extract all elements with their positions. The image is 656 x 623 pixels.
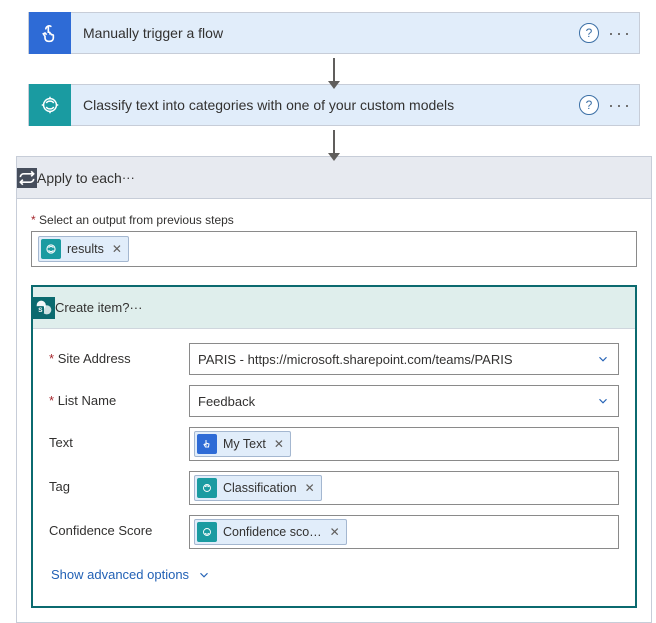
apply-to-each-card: Apply to each ··· * Select an output fro… bbox=[16, 156, 652, 623]
label-tag: Tag bbox=[49, 471, 189, 494]
more-icon[interactable]: ··· bbox=[129, 300, 142, 315]
row-text: Text My Text ✕ bbox=[49, 427, 619, 461]
chevron-down-icon bbox=[596, 352, 610, 366]
help-icon[interactable]: ? bbox=[579, 23, 599, 43]
sharepoint-icon: S bbox=[33, 297, 55, 319]
show-advanced-link[interactable]: Show advanced options bbox=[49, 559, 213, 596]
touch-icon bbox=[29, 12, 71, 54]
token-label: Confidence sco… bbox=[223, 525, 322, 539]
ai-builder-icon bbox=[41, 239, 61, 259]
trigger-card[interactable]: Manually trigger a flow ? ··· bbox=[28, 12, 640, 54]
apply-to-each-title: Apply to each bbox=[37, 170, 122, 186]
remove-token-icon[interactable]: ✕ bbox=[112, 242, 122, 256]
row-confidence: Confidence Score Confidence sco… ✕ bbox=[49, 515, 619, 549]
label-text: Text bbox=[49, 427, 189, 450]
remove-token-icon[interactable]: ✕ bbox=[330, 525, 340, 539]
list-name-select[interactable]: Feedback bbox=[189, 385, 619, 417]
label-list-name: * List Name bbox=[49, 385, 189, 408]
ai-builder-icon bbox=[29, 84, 71, 126]
more-icon[interactable]: ··· bbox=[607, 23, 639, 44]
results-token[interactable]: results ✕ bbox=[38, 236, 129, 262]
confidence-token[interactable]: Confidence sco… ✕ bbox=[194, 519, 347, 545]
chevron-down-icon bbox=[197, 568, 211, 582]
row-site-address: * Site Address PARIS - https://microsoft… bbox=[49, 343, 619, 375]
more-icon[interactable]: ··· bbox=[122, 170, 135, 185]
remove-token-icon[interactable]: ✕ bbox=[274, 437, 284, 451]
create-item-title: Create item bbox=[55, 300, 122, 315]
classify-title: Classify text into categories with one o… bbox=[71, 97, 579, 113]
touch-icon bbox=[197, 434, 217, 454]
output-input[interactable]: results ✕ bbox=[31, 231, 637, 267]
trigger-title: Manually trigger a flow bbox=[71, 25, 579, 41]
site-address-value: PARIS - https://microsoft.sharepoint.com… bbox=[198, 352, 513, 367]
connector-arrow bbox=[28, 126, 640, 156]
tag-input[interactable]: Classification ✕ bbox=[189, 471, 619, 505]
row-list-name: * List Name Feedback bbox=[49, 385, 619, 417]
token-label: My Text bbox=[223, 437, 266, 451]
text-input[interactable]: My Text ✕ bbox=[189, 427, 619, 461]
confidence-input[interactable]: Confidence sco… ✕ bbox=[189, 515, 619, 549]
mytext-token[interactable]: My Text ✕ bbox=[194, 431, 291, 457]
create-item-header[interactable]: S Create item ? ··· bbox=[33, 287, 635, 329]
ai-builder-icon bbox=[197, 478, 217, 498]
more-icon[interactable]: ··· bbox=[607, 95, 639, 116]
output-label: * Select an output from previous steps bbox=[31, 213, 637, 227]
ai-builder-icon bbox=[197, 522, 217, 542]
help-icon[interactable]: ? bbox=[579, 95, 599, 115]
label-confidence: Confidence Score bbox=[49, 515, 189, 538]
connector-arrow bbox=[28, 54, 640, 84]
site-address-select[interactable]: PARIS - https://microsoft.sharepoint.com… bbox=[189, 343, 619, 375]
row-tag: Tag Classification ✕ bbox=[49, 471, 619, 505]
token-label: results bbox=[67, 242, 104, 256]
help-icon[interactable]: ? bbox=[122, 300, 129, 315]
apply-to-each-header[interactable]: Apply to each ··· bbox=[17, 157, 651, 199]
svg-text:S: S bbox=[38, 307, 43, 314]
classification-token[interactable]: Classification ✕ bbox=[194, 475, 322, 501]
token-label: Classification bbox=[223, 481, 297, 495]
remove-token-icon[interactable]: ✕ bbox=[305, 481, 315, 495]
create-item-card: S Create item ? ··· * Site Address PARIS… bbox=[31, 285, 637, 608]
label-site-address: * Site Address bbox=[49, 343, 189, 366]
classify-card[interactable]: Classify text into categories with one o… bbox=[28, 84, 640, 126]
chevron-down-icon bbox=[596, 394, 610, 408]
list-name-value: Feedback bbox=[198, 394, 255, 409]
show-advanced-label: Show advanced options bbox=[51, 567, 189, 582]
loop-icon bbox=[17, 168, 37, 188]
